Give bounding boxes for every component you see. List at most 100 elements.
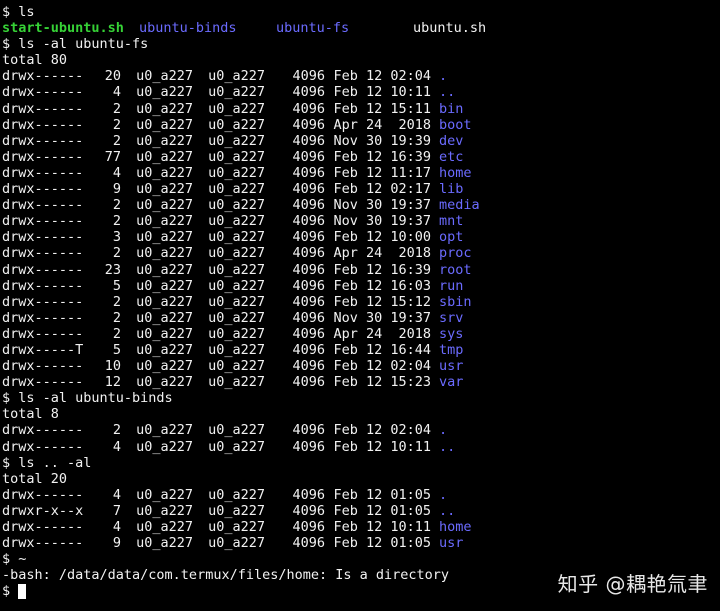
group: u0_a227: [208, 84, 265, 101]
file-ubuntu-sh: ubuntu.sh: [413, 20, 487, 37]
group: u0_a227: [208, 229, 265, 246]
command-line: $ ls: [2, 4, 35, 20]
directory-row: drwx------ 4 u0_a227 u0_a227 4096 Feb 12 01:0…: [2, 487, 718, 503]
permissions: drwx------: [2, 213, 84, 230]
permissions: drwx-----T: [2, 341, 84, 358]
link-count: 2: [112, 309, 121, 326]
modified-date: Nov 30 19:39: [333, 132, 431, 149]
modified-date: Feb 12 15:11: [333, 100, 431, 117]
entry-name: tmp: [439, 341, 464, 358]
fs-listing: drwx------ 20 u0_a227 u0_a227 4096 Feb 12 02:…: [2, 68, 718, 390]
modified-date: Feb 12 16:39: [333, 148, 431, 165]
modified-date: Feb 12 10:11: [333, 84, 431, 101]
entry-name: .: [439, 68, 448, 85]
permissions: drwx------: [2, 422, 84, 439]
file-size: 4096: [292, 325, 325, 342]
command-line: $ ~: [2, 551, 27, 568]
permissions: drwx------: [2, 148, 84, 165]
dir-ubuntu-binds: ubuntu-binds: [139, 20, 237, 37]
file-size: 4096: [292, 374, 325, 391]
entry-name: .: [439, 486, 448, 503]
link-count: 2: [112, 100, 121, 117]
directory-row: drwx------ 2 u0_a227 u0_a227 4096 Apr 24 2018…: [2, 117, 718, 133]
modified-date: Feb 12 10:11: [333, 519, 431, 535]
directory-row: drwx------ 2 u0_a227 u0_a227 4096 Feb 12 15:1…: [2, 294, 718, 310]
entry-name: bin: [439, 100, 464, 117]
file-size: 4096: [292, 132, 325, 149]
file-size: 4096: [292, 197, 325, 214]
modified-date: Apr 24 2018: [333, 325, 431, 342]
entry-name: ..: [439, 502, 456, 519]
entry-name: proc: [439, 245, 472, 262]
entry-name: var: [439, 374, 464, 391]
owner: u0_a227: [136, 309, 193, 326]
permissions: drwxr-x--x: [2, 502, 84, 519]
entry-name: ..: [439, 438, 456, 455]
group: u0_a227: [208, 116, 265, 133]
permissions: drwx------: [2, 100, 84, 117]
directory-row: drwx------ 12 u0_a227 u0_a227 4096 Feb 12 15:…: [2, 374, 718, 390]
modified-date: Feb 12 01:05: [333, 535, 431, 552]
directory-row: drwx------ 9 u0_a227 u0_a227 4096 Feb 12 01:0…: [2, 535, 718, 551]
modified-date: Feb 12 01:05: [333, 486, 431, 503]
link-count: 9: [112, 181, 121, 198]
link-count: 2: [112, 213, 121, 230]
file-size: 4096: [292, 438, 325, 455]
link-count: 5: [112, 277, 121, 294]
group: u0_a227: [208, 197, 265, 214]
directory-row: drwx------ 2 u0_a227 u0_a227 4096 Nov 30 19:3…: [2, 133, 718, 149]
terminal-window[interactable]: $ ls start-ubuntu.sh ubuntu-binds ubuntu…: [2, 4, 718, 608]
permissions: drwx------: [2, 229, 84, 246]
group: u0_a227: [208, 261, 265, 278]
modified-date: Feb 12 02:04: [333, 358, 431, 375]
permissions: drwx------: [2, 535, 84, 552]
permissions: drwx------: [2, 374, 84, 391]
group: u0_a227: [208, 164, 265, 181]
command-line: $ ls .. -al: [2, 454, 92, 471]
file-size: 4096: [292, 245, 325, 262]
entry-name: home: [439, 519, 472, 535]
owner: u0_a227: [136, 84, 193, 101]
directory-row: drwx------ 4 u0_a227 u0_a227 4096 Feb 12 11:1…: [2, 165, 718, 181]
group: u0_a227: [208, 535, 265, 552]
entry-name: dev: [439, 132, 464, 149]
owner: u0_a227: [136, 132, 193, 149]
owner: u0_a227: [136, 148, 193, 165]
link-count: 2: [112, 422, 121, 439]
entry-name: lib: [439, 181, 464, 198]
owner: u0_a227: [136, 486, 193, 503]
entry-name: run: [439, 277, 464, 294]
link-count: 20: [104, 68, 121, 85]
directory-row: drwx------ 3 u0_a227 u0_a227 4096 Feb 12 10:0…: [2, 229, 718, 245]
directory-row: drwx------ 2 u0_a227 u0_a227 4096 Nov 30 19:3…: [2, 213, 718, 229]
watermark: 知乎 @耦艳氚聿: [557, 572, 708, 596]
entry-name: boot: [439, 116, 472, 133]
link-count: 5: [112, 341, 121, 358]
file-size: 4096: [292, 229, 325, 246]
link-count: 4: [112, 519, 121, 535]
modified-date: Feb 12 01:05: [333, 502, 431, 519]
file-size: 4096: [292, 486, 325, 503]
link-count: 4: [112, 164, 121, 181]
modified-date: Feb 12 15:23: [333, 374, 431, 391]
parent-listing: drwx------ 4 u0_a227 u0_a227 4096 Feb 12 01:0…: [2, 487, 718, 551]
directory-row: drwx------ 23 u0_a227 u0_a227 4096 Feb 12 16:…: [2, 262, 718, 278]
group: u0_a227: [208, 341, 265, 358]
binds-listing: drwx------ 2 u0_a227 u0_a227 4096 Feb 12 02:0…: [2, 422, 718, 454]
modified-date: Feb 12 02:04: [333, 68, 431, 85]
group: u0_a227: [208, 245, 265, 262]
permissions: drwx------: [2, 132, 84, 149]
link-count: 23: [104, 261, 121, 278]
directory-row: drwx------ 20 u0_a227 u0_a227 4096 Feb 12 02:…: [2, 68, 718, 84]
file-size: 4096: [292, 164, 325, 181]
group: u0_a227: [208, 181, 265, 198]
permissions: drwx------: [2, 245, 84, 262]
modified-date: Feb 12 02:17: [333, 181, 431, 198]
owner: u0_a227: [136, 293, 193, 310]
group: u0_a227: [208, 213, 265, 230]
link-count: 2: [112, 245, 121, 262]
directory-row: drwx------ 2 u0_a227 u0_a227 4096 Nov 30 19:3…: [2, 197, 718, 213]
owner: u0_a227: [136, 519, 193, 535]
directory-row: drwx------ 2 u0_a227 u0_a227 4096 Feb 12 15:1…: [2, 101, 718, 117]
file-start-ubuntu-sh: start-ubuntu.sh: [2, 20, 124, 37]
